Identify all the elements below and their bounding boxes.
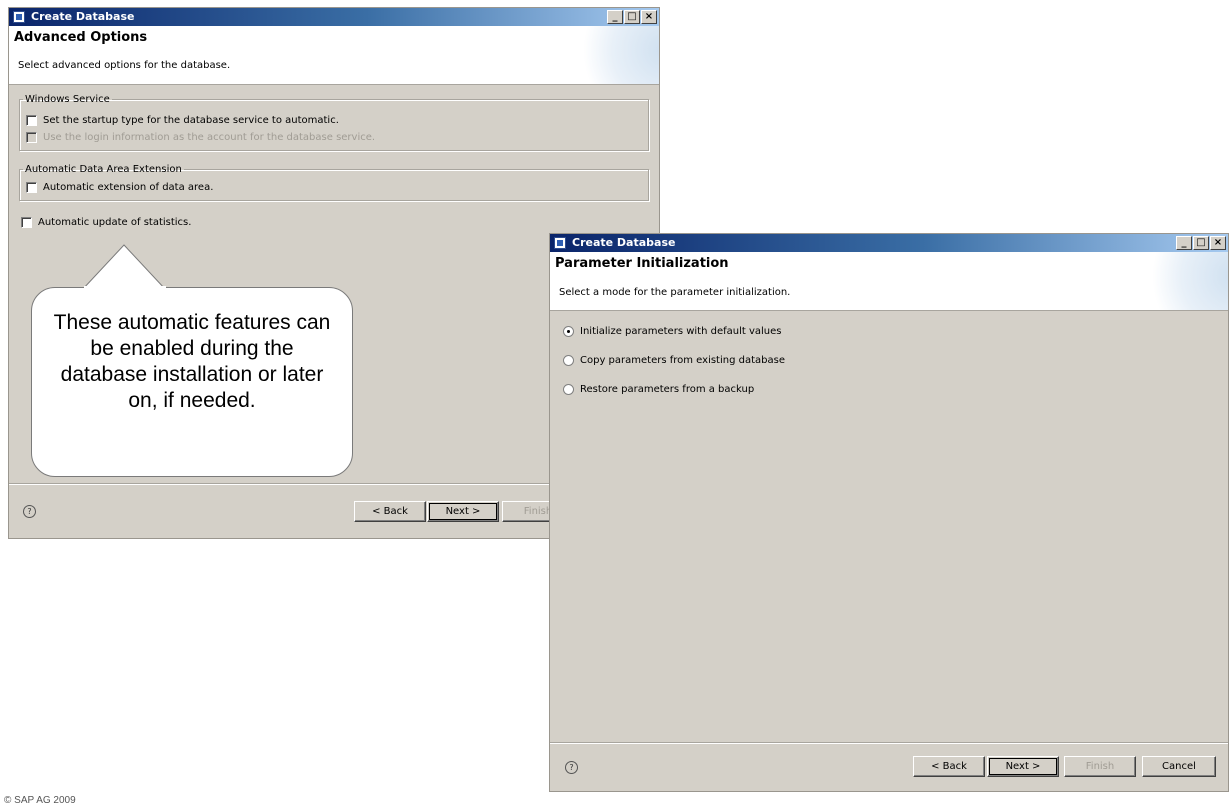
parameter-initialization-dialog: Create Database _ □ × Parameter Initiali… (549, 233, 1229, 792)
back-button[interactable]: < Back (913, 756, 985, 777)
update-statistics-checkbox[interactable] (21, 217, 32, 228)
close-button[interactable]: × (1210, 236, 1226, 250)
maximize-button[interactable]: □ (1193, 236, 1209, 250)
option-label: Automatic update of statistics. (38, 217, 192, 228)
group-label: Automatic Data Area Extension (25, 164, 182, 175)
copyright-notice: © SAP AG 2009 (4, 795, 76, 806)
radio-button[interactable] (563, 355, 574, 366)
radio-restore-backup[interactable]: Restore parameters from a backup (563, 384, 754, 395)
help-icon[interactable]: ? (23, 505, 36, 518)
callout-bubble: These automatic features can be enabled … (31, 287, 353, 477)
group-label: Windows Service (25, 94, 110, 105)
page-header: Advanced Options Select advanced options… (9, 26, 659, 85)
page-title: Parameter Initialization (555, 256, 729, 271)
minimize-button[interactable]: _ (607, 10, 623, 24)
startup-automatic-checkbox[interactable] (26, 115, 37, 126)
back-button[interactable]: < Back (354, 501, 426, 522)
radio-copy-existing[interactable]: Copy parameters from existing database (563, 355, 785, 366)
window-title: Create Database (572, 236, 676, 249)
header-decoration (569, 26, 659, 84)
window-title: Create Database (31, 10, 135, 23)
option-label: Restore parameters from a backup (580, 384, 755, 395)
cancel-button[interactable]: Cancel (1142, 756, 1216, 777)
radio-button[interactable] (563, 384, 574, 395)
callout-pointer-join (84, 286, 166, 289)
option-label: Initialize parameters with default value… (580, 326, 782, 337)
radio-button[interactable] (563, 326, 574, 337)
radio-default-values[interactable]: Initialize parameters with default value… (563, 326, 782, 337)
page-subtitle: Select advanced options for the database… (18, 60, 231, 71)
option-label: Set the startup type for the database se… (43, 115, 339, 126)
title-bar[interactable]: Create Database _ □ × (9, 8, 659, 26)
header-decoration (1138, 252, 1228, 310)
option-label: Use the login information as the account… (43, 132, 376, 143)
maximize-button[interactable]: □ (624, 10, 640, 24)
next-button[interactable]: Next > (987, 756, 1059, 777)
option-label: Copy parameters from existing database (580, 355, 785, 366)
login-info-checkbox (26, 132, 37, 143)
help-icon[interactable]: ? (565, 761, 578, 774)
finish-button: Finish (1064, 756, 1136, 777)
option-label: Automatic extension of data area. (43, 182, 214, 193)
app-icon (13, 11, 25, 23)
page-title: Advanced Options (14, 30, 148, 45)
page-header: Parameter Initialization Select a mode f… (550, 252, 1228, 311)
callout-pointer (82, 244, 168, 291)
data-area-extension-checkbox[interactable] (26, 182, 37, 193)
title-bar[interactable]: Create Database _ □ × (550, 234, 1228, 252)
next-button[interactable]: Next > (427, 501, 499, 522)
data-area-extension-option[interactable]: Automatic extension of data area. (26, 182, 213, 193)
page-subtitle: Select a mode for the parameter initiali… (559, 287, 791, 298)
minimize-button[interactable]: _ (1176, 236, 1192, 250)
footer-separator (550, 742, 1228, 744)
close-button[interactable]: × (641, 10, 657, 24)
update-statistics-option[interactable]: Automatic update of statistics. (21, 217, 191, 228)
app-icon (554, 237, 566, 249)
callout-text: These automatic features can be enabled … (53, 311, 331, 412)
login-info-option: Use the login information as the account… (26, 132, 375, 143)
startup-automatic-option[interactable]: Set the startup type for the database se… (26, 115, 339, 126)
